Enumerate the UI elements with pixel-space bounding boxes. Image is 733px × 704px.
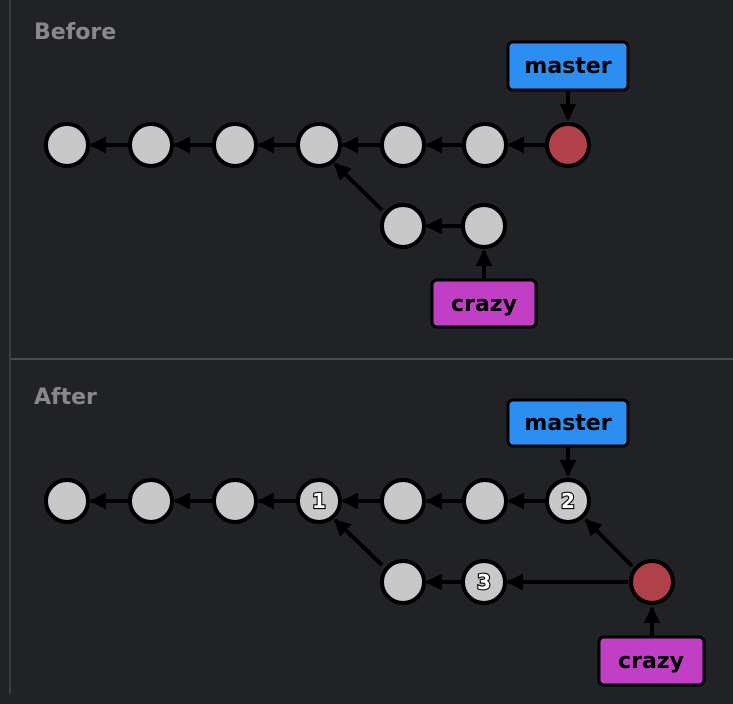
after-commit-1-number: 1 <box>312 489 326 513</box>
commit-graph: master crazy 1 2 3 master crazy <box>44 40 706 687</box>
before-master-text: master <box>524 54 611 79</box>
after-master-text: master <box>524 411 611 436</box>
after-commit-2-number: 2 <box>561 489 575 513</box>
before-commit <box>380 203 426 249</box>
before-commit <box>462 122 508 168</box>
before-crazy-text: crazy <box>451 292 517 317</box>
after-commit <box>380 559 426 605</box>
before-commit <box>461 203 507 249</box>
before-commit <box>128 122 174 168</box>
before-commit <box>296 122 342 168</box>
after-commit <box>380 478 426 524</box>
before-commit <box>212 122 258 168</box>
after-crazy-text: crazy <box>618 649 684 674</box>
before-edge <box>333 162 384 212</box>
before-graph: master crazy <box>44 40 630 329</box>
after-commit-3-number: 3 <box>477 570 491 594</box>
git-branch-diagram: Before After master crazy 1 2 3 master c… <box>0 0 733 704</box>
after-commit <box>462 478 508 524</box>
after-graph: 1 2 3 master crazy <box>44 398 706 687</box>
before-head-commit <box>545 122 591 168</box>
before-commit <box>44 122 90 168</box>
after-edge <box>584 518 634 568</box>
after-edge <box>333 518 384 567</box>
after-commit <box>212 478 258 524</box>
before-commit <box>380 122 426 168</box>
after-commit <box>128 478 174 524</box>
after-head-commit <box>629 559 675 605</box>
after-commit <box>44 478 90 524</box>
